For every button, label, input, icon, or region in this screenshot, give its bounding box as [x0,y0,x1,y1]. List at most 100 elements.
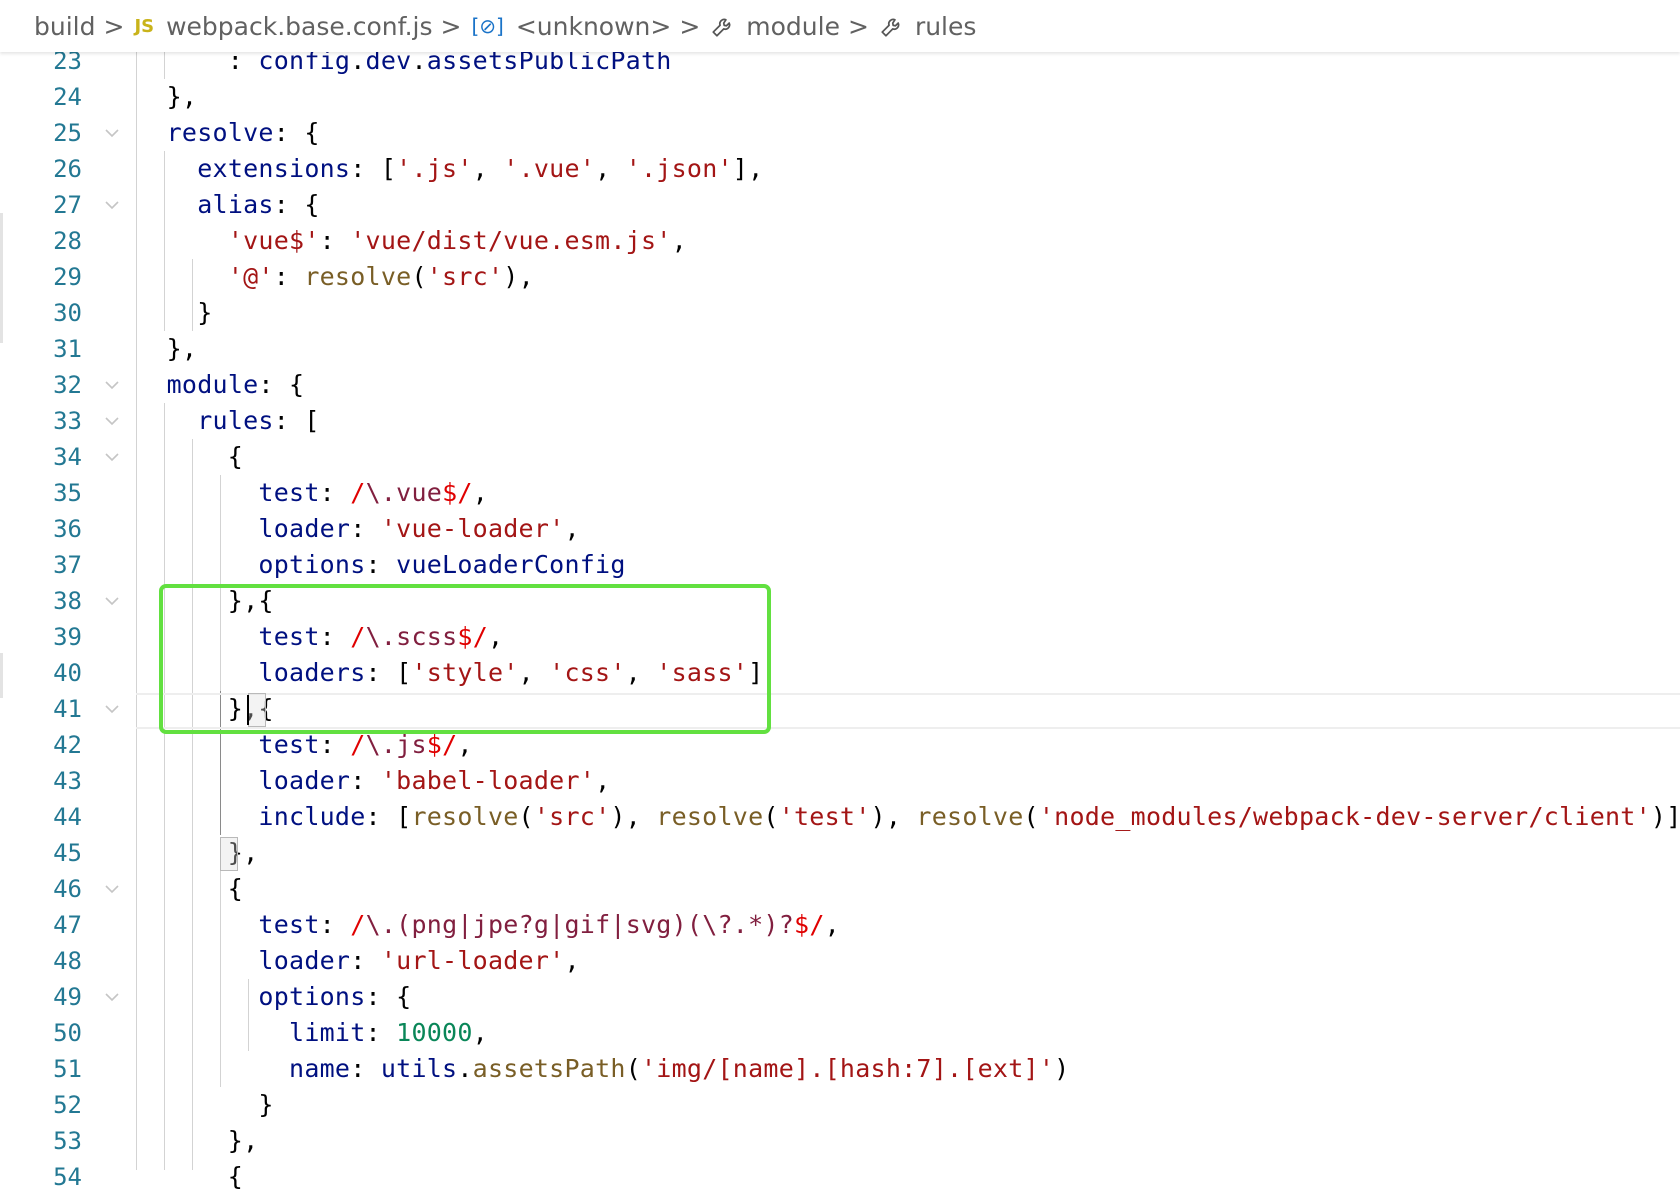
code-line[interactable]: 50 limit: 10000, [0,1015,1680,1051]
code-text: }, [136,838,259,867]
code-line[interactable]: 49 options: { [0,979,1680,1015]
code-text: alias: { [197,190,320,219]
fold-chevron-icon[interactable] [100,373,124,397]
breadcrumb-label: <unknown> [515,11,672,41]
code-line[interactable]: 26 extensions: ['.js', '.vue', '.json'], [0,151,1680,187]
line-number: 45 [53,839,82,867]
line-number: 50 [53,1019,82,1047]
code-line[interactable]: 43 loader: 'babel-loader', [0,763,1680,799]
fold-chevron-icon[interactable] [100,193,124,217]
line-number: 26 [53,155,82,183]
breadcrumb: build > JS webpack.base.conf.js > [⊘] <u… [0,0,1680,52]
fold-chevron-icon[interactable] [100,985,124,1009]
fold-chevron-icon[interactable] [100,409,124,433]
fold-chevron-icon[interactable] [100,445,124,469]
breadcrumb-item-rules[interactable]: rules [879,12,976,41]
code-line[interactable]: 54 { [0,1159,1680,1195]
line-number: 31 [53,335,82,363]
breadcrumb-separator: > [103,11,125,41]
code-line[interactable]: 53 }, [0,1123,1680,1159]
code-text: loader: 'babel-loader', [258,766,611,795]
fold-chevron-icon[interactable] [100,589,124,613]
breadcrumb-item-file[interactable]: JS webpack.base.conf.js [134,12,432,41]
breadcrumb-label: rules [914,11,977,41]
code-text: { [136,874,244,903]
line-number: 52 [53,1091,82,1119]
line-number: 51 [53,1055,82,1083]
code-line[interactable]: 25 resolve: { [0,115,1680,151]
code-line[interactable]: 51 name: utils.assetsPath('img/[name].[h… [0,1051,1680,1087]
js-file-icon: JS [134,15,155,37]
code-text: 'vue$': 'vue/dist/vue.esm.js', [227,226,687,255]
line-number: 34 [53,443,82,471]
breadcrumb-item-build[interactable]: build [34,12,95,41]
line-number: 46 [53,875,82,903]
code-text: resolve: { [166,118,320,147]
line-number: 54 [53,1163,82,1191]
line-number: 24 [53,83,82,111]
line-number: 53 [53,1127,82,1155]
line-number: 37 [53,551,82,579]
code-line[interactable]: 52 } [0,1087,1680,1123]
code-text: extensions: ['.js', '.vue', '.json'], [197,154,764,183]
code-line[interactable]: 32 module: { [0,367,1680,403]
code-text: } [136,298,213,327]
code-line[interactable]: 33 rules: [ [0,403,1680,439]
code-text: }, [136,1126,259,1155]
line-number: 28 [53,227,82,255]
code-text: module: { [166,370,305,399]
code-line[interactable]: 31 }, [0,331,1680,367]
code-line[interactable]: 46 { [0,871,1680,907]
code-line[interactable]: 29 '@': resolve('src'), [0,259,1680,295]
line-number: 35 [53,479,82,507]
code-text: options: vueLoaderConfig [258,550,626,579]
fold-chevron-icon[interactable] [100,121,124,145]
line-number: 32 [53,371,82,399]
breadcrumb-item-module[interactable]: module [710,12,840,41]
fold-chevron-icon[interactable] [100,697,124,721]
code-text: loader: 'vue-loader', [258,514,580,543]
code-text: loader: 'url-loader', [258,946,580,975]
line-number: 44 [53,803,82,831]
code-text: include: [resolve('src'), resolve('test'… [258,802,1680,831]
breadcrumb-separator: > [847,11,869,41]
code-text: { [136,442,244,471]
code-line[interactable]: 48 loader: 'url-loader', [0,943,1680,979]
code-line[interactable]: 44 include: [resolve('src'), resolve('te… [0,799,1680,835]
code-text: } [136,1090,274,1119]
breadcrumb-separator: > [440,11,462,41]
line-number: 42 [53,731,82,759]
line-number: 47 [53,911,82,939]
line-number: 27 [53,191,82,219]
line-number: 48 [53,947,82,975]
line-number: 41 [53,695,82,723]
code-text: '@': resolve('src'), [227,262,534,291]
breadcrumb-label: module [746,11,840,41]
code-text: rules: [ [197,406,320,435]
code-line[interactable]: 27 alias: { [0,187,1680,223]
code-line[interactable]: 24 }, [0,79,1680,115]
code-text: }, [136,334,198,363]
code-text: }, [136,82,198,111]
code-text: name: utils.assetsPath('img/[name].[hash… [289,1054,1070,1083]
code-text: test: /\.(png|jpe?g|gif|svg)(\?.*)?$/, [258,910,840,939]
code-line[interactable]: 45 }, [0,835,1680,871]
fold-chevron-icon[interactable] [100,877,124,901]
code-line[interactable]: 47 test: /\.(png|jpe?g|gif|svg)(\?.*)?$/… [0,907,1680,943]
code-line[interactable]: 28 'vue$': 'vue/dist/vue.esm.js', [0,223,1680,259]
line-number: 38 [53,587,82,615]
code-text: limit: 10000, [289,1018,488,1047]
code-line[interactable]: 36 loader: 'vue-loader', [0,511,1680,547]
line-number: 43 [53,767,82,795]
breadcrumb-item-unknown[interactable]: [⊘] <unknown> [471,12,671,41]
code-line[interactable]: 37 options: vueLoaderConfig [0,547,1680,583]
code-line[interactable]: 34 { [0,439,1680,475]
code-line[interactable]: 30 } [0,295,1680,331]
annotation-highlight-box [159,584,771,734]
line-number: 30 [53,299,82,327]
code-text: options: { [258,982,412,1011]
code-line[interactable]: 35 test: /\.vue$/, [0,475,1680,511]
line-number: 36 [53,515,82,543]
code-text: test: /\.vue$/, [258,478,488,507]
breadcrumb-label: build [34,11,96,41]
